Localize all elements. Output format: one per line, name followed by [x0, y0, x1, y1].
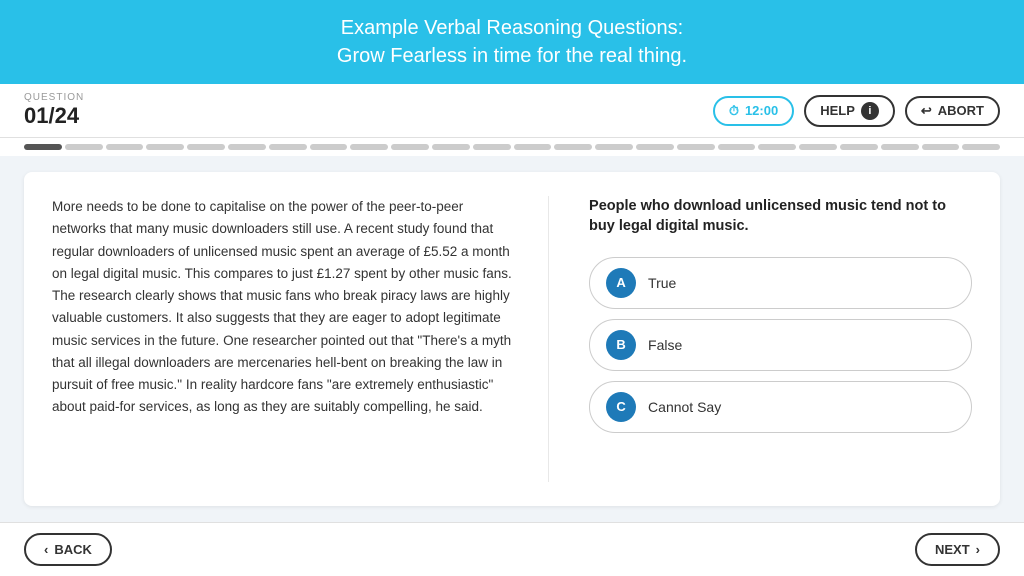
help-button[interactable]: HELP i: [804, 95, 895, 127]
option-text-a: True: [648, 275, 676, 291]
question-panel: People who download unlicensed music ten…: [589, 196, 972, 482]
answer-options: A True B False C Cannot Say: [589, 257, 972, 433]
progress-segment: [228, 144, 266, 150]
clock-icon: ⏱: [729, 103, 739, 119]
progress-segment: [24, 144, 62, 150]
option-letter-c: C: [606, 392, 636, 422]
progress-segment: [391, 144, 429, 150]
progress-segment: [840, 144, 878, 150]
progress-segment: [65, 144, 103, 150]
progress-segment: [473, 144, 511, 150]
progress-segment: [310, 144, 348, 150]
progress-segment: [554, 144, 592, 150]
option-letter-b: B: [606, 330, 636, 360]
progress-segment: [799, 144, 837, 150]
main-content: More needs to be done to capitalise on t…: [0, 156, 1024, 522]
topbar-controls: ⏱ 12:00 HELP i ↩ ABORT: [713, 95, 1000, 127]
help-label: HELP: [820, 103, 855, 118]
help-icon: i: [861, 102, 879, 120]
question-label: QUESTION 01/24: [24, 92, 84, 129]
answer-option-a[interactable]: A True: [589, 257, 972, 309]
content-card: More needs to be done to capitalise on t…: [24, 172, 1000, 506]
question-number: 01/24: [24, 103, 84, 129]
back-label: BACK: [54, 542, 92, 557]
header-line1: Example Verbal Reasoning Questions:: [341, 17, 683, 39]
progress-segment: [146, 144, 184, 150]
abort-button[interactable]: ↩ ABORT: [905, 96, 1000, 126]
chevron-left-icon: ‹: [44, 542, 48, 557]
timer-value: 12:00: [745, 103, 778, 118]
progress-segment: [106, 144, 144, 150]
progress-segment: [718, 144, 756, 150]
progress-segment: [677, 144, 715, 150]
progress-segment: [350, 144, 388, 150]
progress-segment: [758, 144, 796, 150]
answer-option-b[interactable]: B False: [589, 319, 972, 371]
page-header: Example Verbal Reasoning Questions: Grow…: [0, 0, 1024, 84]
option-text-b: False: [648, 337, 682, 353]
next-button[interactable]: NEXT ›: [915, 533, 1000, 566]
progress-segment: [636, 144, 674, 150]
progress-segment: [432, 144, 470, 150]
question-prefix: QUESTION: [24, 92, 84, 103]
chevron-right-icon: ›: [976, 542, 980, 557]
timer-button[interactable]: ⏱ 12:00: [713, 96, 794, 126]
question-text: People who download unlicensed music ten…: [589, 196, 972, 237]
progress-segment: [595, 144, 633, 150]
answer-option-c[interactable]: C Cannot Say: [589, 381, 972, 433]
progress-segment: [514, 144, 552, 150]
abort-icon: ↩: [921, 103, 932, 119]
progress-segment: [187, 144, 225, 150]
progress-segment: [881, 144, 919, 150]
topbar: QUESTION 01/24 ⏱ 12:00 HELP i ↩ ABORT: [0, 84, 1024, 138]
progress-bar: [0, 138, 1024, 156]
progress-segment: [962, 144, 1000, 150]
progress-segment: [922, 144, 960, 150]
progress-segment: [269, 144, 307, 150]
passage-text: More needs to be done to capitalise on t…: [52, 196, 549, 482]
header-line2: Grow Fearless in time for the real thing…: [337, 45, 687, 67]
option-letter-a: A: [606, 268, 636, 298]
footer: ‹ BACK NEXT ›: [0, 522, 1024, 576]
back-button[interactable]: ‹ BACK: [24, 533, 112, 566]
abort-label: ABORT: [938, 103, 984, 118]
next-label: NEXT: [935, 542, 970, 557]
option-text-c: Cannot Say: [648, 399, 721, 415]
